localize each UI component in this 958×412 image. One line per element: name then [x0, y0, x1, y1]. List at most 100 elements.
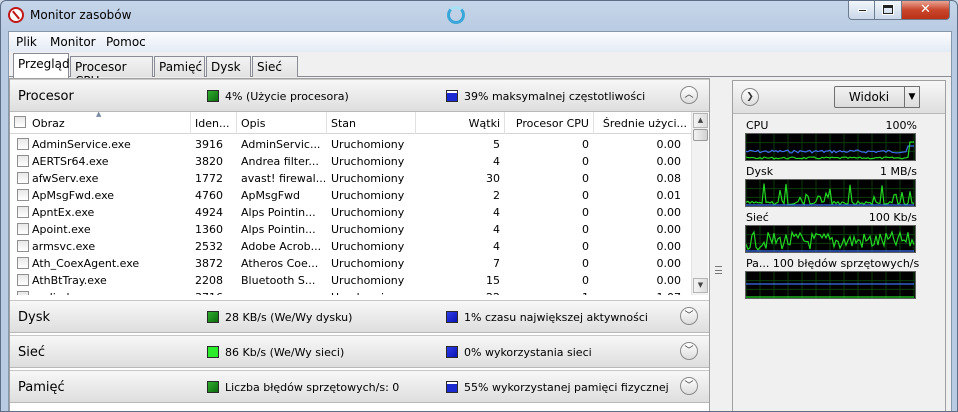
table-cell: 4 — [493, 206, 500, 219]
row-checkbox[interactable] — [17, 206, 29, 218]
menu-file[interactable]: Plik — [16, 35, 37, 49]
tab-overview[interactable]: Przegląd — [13, 53, 70, 78]
column-description[interactable]: Opis — [237, 112, 327, 134]
app-window: Monitor zasobów ✕ Plik Monitor Pomoc Prz… — [0, 0, 958, 412]
cpu-usage-swatch — [207, 90, 219, 102]
table-row[interactable]: AthBtTray.exe 2208 Bluetooth S... Uruchomio… — [10, 272, 691, 289]
table-cell: 0.00 — [656, 274, 682, 287]
table-cell: 2532 — [195, 240, 223, 253]
table-cell: Uruchomiony — [331, 172, 405, 185]
menu-monitor[interactable]: Monitor — [50, 35, 96, 49]
sort-ascending-icon: ▲ — [96, 112, 102, 118]
table-row[interactable]: ApMsgFwd.exe 4760 ApMsgFwd Uruchomiony 2 0 0.0… — [10, 187, 691, 204]
table-cell: 0 — [582, 206, 589, 219]
memory-section-header[interactable]: Pamięć Liczba błędów sprzętowych/s: 0 55… — [10, 370, 709, 403]
column-status[interactable]: Stan — [327, 112, 416, 134]
physical-memory-stat: 55% wykorzystanej pamięci fizycznej — [464, 381, 669, 394]
table-cell: AdminService.exe — [32, 138, 131, 151]
column-cpu[interactable]: Procesor CPU — [505, 112, 594, 134]
expand-right-arrow-icon[interactable]: ❯ — [741, 88, 759, 106]
scroll-thumb[interactable] — [693, 129, 708, 141]
window-title: Monitor zasobów — [30, 8, 132, 22]
disk-section-header[interactable]: Dysk 28 KB/s (We/Wy dysku) 1% czasu najw… — [10, 300, 709, 333]
table-row[interactable]: audiodg.exe 3716 Uruchomiony 22 1 1.07 — [10, 289, 691, 295]
table-cell: 0.00 — [656, 155, 682, 168]
table-cell: 2208 — [195, 274, 223, 287]
views-dropdown-arrow-icon[interactable]: ▼ — [904, 86, 920, 108]
cpu-frequency-swatch — [446, 90, 458, 102]
table-cell: AthBtTray.exe — [32, 274, 107, 287]
table-cell: 0.08 — [656, 172, 682, 185]
table-row[interactable]: AdminService.exe 3916 AdminServic... Urucho… — [10, 136, 691, 153]
table-cell: Andrea filter... — [241, 155, 319, 168]
scroll-down-arrow-icon[interactable]: ▼ — [693, 278, 708, 293]
column-image-label: Obraz — [32, 117, 65, 130]
table-row[interactable]: armsvc.exe 2532 Adobe Acrob... Uruchomiony 4… — [10, 238, 691, 255]
close-button[interactable]: ✕ — [902, 1, 950, 20]
maximize-button[interactable] — [875, 1, 902, 20]
row-checkbox[interactable] — [17, 172, 29, 184]
table-cell: 0 — [582, 257, 589, 270]
table-cell: 1 — [509, 291, 589, 295]
network-section-header[interactable]: Sieć 86 Kb/s (We/Wy sieci) 0% wykorzysta… — [10, 335, 709, 368]
memory-section-title: Pamięć — [18, 380, 65, 395]
graph-label: CPU — [746, 119, 769, 132]
table-row[interactable]: afwServ.exe 1772 avast! firewal... Uruchomi… — [10, 170, 691, 187]
physical-memory-swatch — [446, 381, 458, 393]
tab-network[interactable]: Sieć — [252, 56, 298, 77]
cpu-section-header[interactable]: Procesor 4% (Użycie procesora) 39% maksy… — [10, 79, 709, 112]
expand-chevron-down-icon[interactable]: ﹀ — [680, 342, 698, 360]
table-cell: Atheros Coe... — [241, 257, 319, 270]
table-row[interactable]: Apoint.exe 1360 Alps Pointin... Uruchomiony… — [10, 221, 691, 238]
tab-strip: Przegląd Procesor CPU Pamięć Dysk Sieć — [9, 52, 951, 88]
table-cell: avast! firewal... — [241, 172, 325, 185]
tab-disk[interactable]: Dysk — [206, 56, 251, 77]
table-cell: Uruchomiony — [331, 206, 405, 219]
select-all-checkbox[interactable] — [14, 116, 26, 128]
title-bar[interactable]: Monitor zasobów ✕ — [1, 1, 957, 31]
row-checkbox[interactable] — [17, 223, 29, 235]
maximize-icon — [882, 4, 894, 15]
table-cell: 0.00 — [656, 223, 682, 236]
table-cell: 7 — [493, 257, 500, 270]
expand-chevron-down-icon[interactable]: ﹀ — [680, 377, 698, 395]
column-pid[interactable]: Iden... — [191, 112, 237, 134]
table-scrollbar[interactable]: ▲ ▼ — [691, 112, 708, 295]
table-row[interactable]: Ath_CoexAgent.exe 3872 Atheros Coe... Uruch… — [10, 255, 691, 272]
row-checkbox[interactable] — [17, 155, 29, 167]
table-cell: 4 — [493, 155, 500, 168]
overview-pane: Procesor 4% (Użycie procesora) 39% maksy… — [9, 78, 710, 411]
table-cell: 2 — [493, 189, 500, 202]
table-row[interactable]: AERTSr64.exe 3820 Andrea filter... Uruchomi… — [10, 153, 691, 170]
row-checkbox[interactable] — [17, 138, 29, 150]
tab-memory[interactable]: Pamięć — [154, 56, 205, 77]
graph-scale: 100% — [885, 119, 917, 132]
expand-chevron-down-icon[interactable]: ﹀ — [680, 307, 698, 325]
column-avg-cpu[interactable]: Średnie użyci... — [594, 112, 691, 134]
table-cell: AERTSr64.exe — [32, 155, 109, 168]
resource-monitor-icon — [8, 7, 24, 23]
scroll-up-arrow-icon[interactable]: ▲ — [693, 113, 708, 128]
cpu-usage-stat: 4% (Użycie procesora) — [225, 90, 349, 103]
table-cell: 0.00 — [656, 138, 682, 151]
memory-graph-block: Pa... 100 błędów sprzętowych/s — [733, 257, 945, 303]
row-checkbox[interactable] — [17, 189, 29, 201]
table-cell: 0 — [582, 189, 589, 202]
column-threads[interactable]: Wątki — [416, 112, 505, 134]
table-cell: Apoint.exe — [32, 223, 91, 236]
row-checkbox[interactable] — [17, 274, 29, 286]
table-row[interactable]: ApntEx.exe 4924 Alps Pointin... Uruchomiony… — [10, 204, 691, 221]
collapse-chevron-up-icon[interactable]: ︿ — [680, 86, 698, 104]
row-checkbox[interactable] — [17, 240, 29, 252]
row-checkbox[interactable] — [17, 291, 29, 295]
column-image[interactable]: Obraz ▲ — [10, 112, 191, 134]
tab-cpu[interactable]: Procesor CPU — [70, 56, 153, 88]
row-checkbox[interactable] — [17, 257, 29, 269]
menu-help[interactable]: Pomoc — [106, 35, 146, 49]
close-icon: ✕ — [920, 2, 931, 17]
table-cell: ApntEx.exe — [32, 206, 95, 219]
minimize-button[interactable] — [848, 1, 875, 20]
table-cell: 0 — [582, 223, 589, 236]
table-header: Obraz ▲ Iden... Opis Stan Wątki Procesor… — [10, 112, 691, 134]
pane-splitter[interactable] — [713, 78, 724, 411]
